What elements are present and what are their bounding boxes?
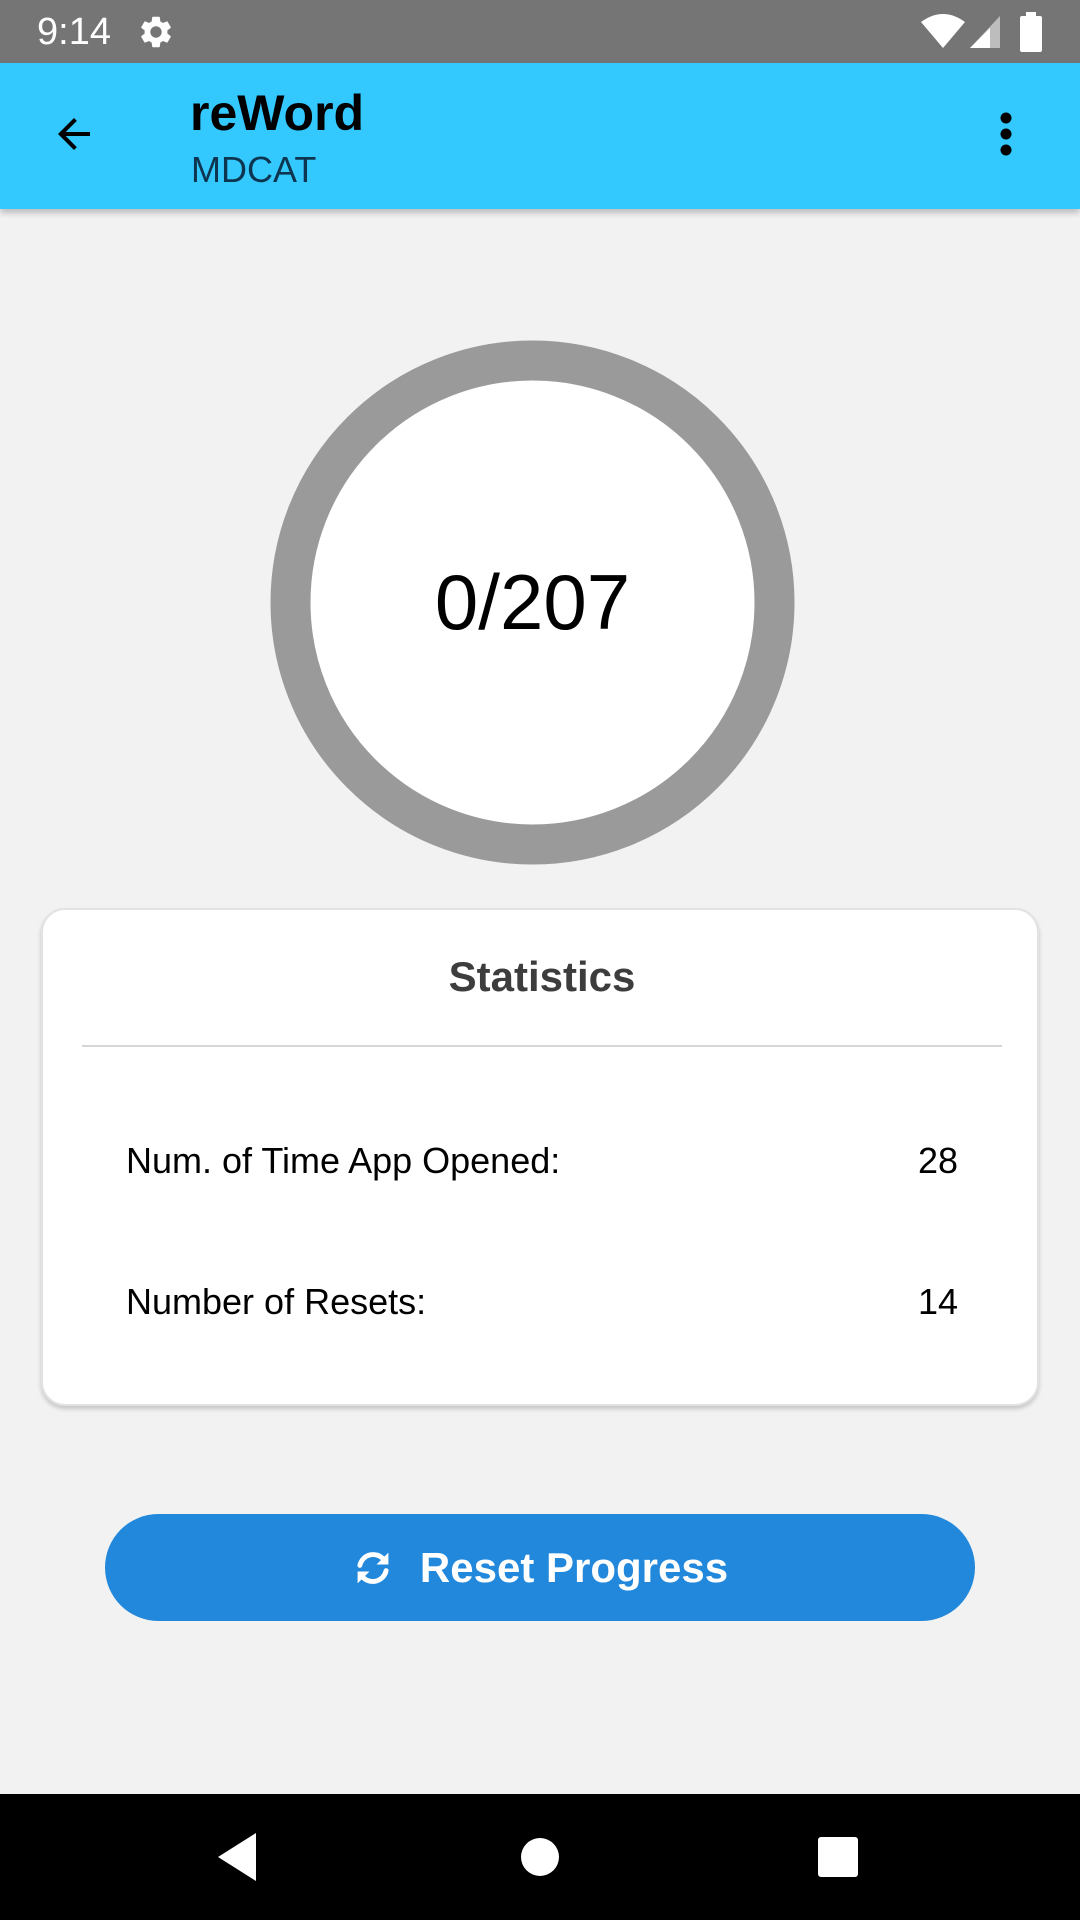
divider bbox=[82, 1045, 1002, 1047]
statistics-card: Statistics Num. of Time App Opened: 28 N… bbox=[41, 908, 1039, 1406]
more-vert-icon bbox=[999, 112, 1013, 161]
navigation-bar bbox=[0, 1794, 1080, 1920]
nav-home-icon[interactable] bbox=[510, 1827, 570, 1887]
nav-back-icon[interactable] bbox=[212, 1827, 272, 1887]
stat-value: 14 bbox=[917, 1281, 958, 1322]
refresh-icon bbox=[352, 1547, 394, 1589]
app-title: reWord bbox=[190, 85, 365, 141]
progress-count: 0/207 bbox=[434, 558, 631, 646]
stat-label: Number of Resets: bbox=[126, 1281, 427, 1322]
gear-icon bbox=[137, 13, 175, 51]
status-bar: 9:14 bbox=[0, 0, 1080, 63]
signal-icon bbox=[968, 14, 1002, 50]
wifi-icon bbox=[920, 14, 966, 50]
stat-row-resets: Number of Resets: 14 bbox=[126, 1277, 958, 1327]
screen: 9:14 reWord MDCAT 0/207 Statistics Num. … bbox=[0, 0, 1080, 1920]
reset-progress-label: Reset Progress bbox=[419, 1543, 729, 1591]
status-time: 9:14 bbox=[37, 11, 111, 53]
arrow-back-icon bbox=[50, 110, 98, 163]
stat-row-app-opened: Num. of Time App Opened: 28 bbox=[126, 1136, 958, 1186]
app-subtitle: MDCAT bbox=[191, 149, 317, 190]
reset-progress-button[interactable]: Reset Progress bbox=[105, 1514, 975, 1621]
back-button[interactable] bbox=[26, 96, 122, 176]
stat-value: 28 bbox=[917, 1140, 958, 1181]
statistics-title: Statistics bbox=[448, 953, 636, 1000]
nav-recents-icon[interactable] bbox=[808, 1827, 868, 1887]
overflow-menu-button[interactable] bbox=[976, 96, 1036, 176]
battery-icon bbox=[1019, 12, 1043, 52]
app-bar: reWord MDCAT bbox=[0, 63, 1080, 209]
stat-label: Num. of Time App Opened: bbox=[126, 1140, 561, 1181]
